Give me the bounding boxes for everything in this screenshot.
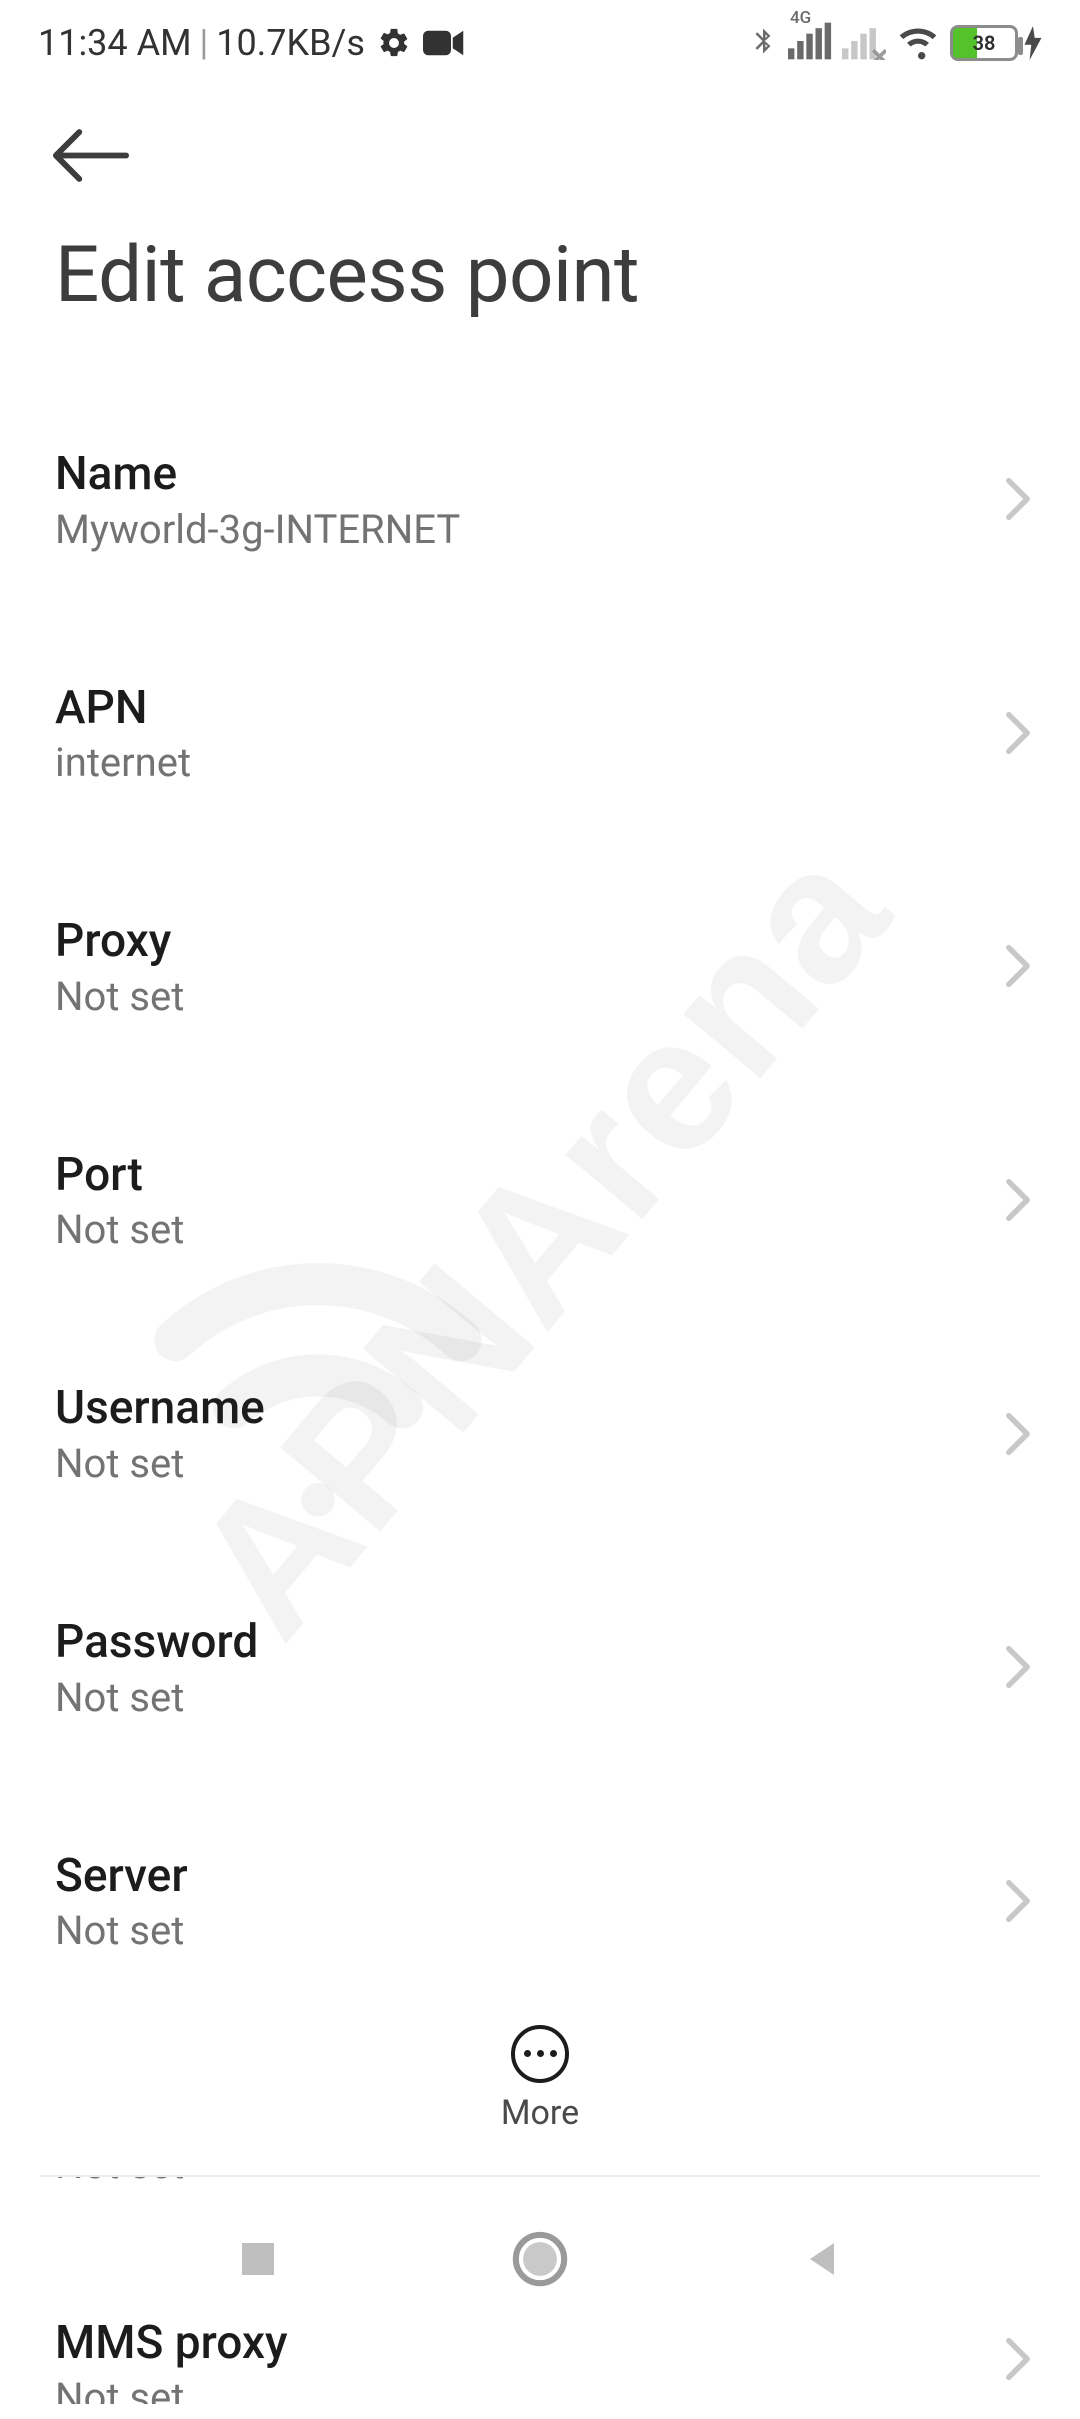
row-label: Server	[55, 1851, 1032, 1902]
row-username[interactable]: Username Not set	[55, 1368, 1032, 1503]
row-value: Not set	[55, 1674, 1032, 1722]
row-value: Myworld-3g-INTERNET	[55, 506, 1032, 554]
status-separator: |	[200, 22, 209, 64]
chevron-right-icon	[1004, 1178, 1032, 1226]
status-time: 11:34 AM	[38, 22, 192, 64]
wifi-icon	[896, 22, 940, 64]
chevron-right-icon	[1004, 944, 1032, 992]
chevron-right-icon	[1004, 1879, 1032, 1927]
row-label: Name	[55, 449, 1032, 500]
chevron-right-icon	[1004, 477, 1032, 525]
battery-indicator: 38	[950, 25, 1042, 61]
row-server[interactable]: Server Not set	[55, 1836, 1032, 1971]
more-label: More	[501, 2093, 579, 2133]
row-label: Password	[55, 1617, 1032, 1668]
chevron-right-icon	[1004, 711, 1032, 759]
row-value: internet	[55, 739, 1032, 787]
row-proxy[interactable]: Proxy Not set	[55, 901, 1032, 1036]
charging-icon	[1024, 26, 1042, 60]
row-value: Not set	[55, 2374, 1032, 2404]
row-name[interactable]: Name Myworld-3g-INTERNET	[55, 434, 1032, 569]
camera-icon	[423, 28, 465, 58]
row-password[interactable]: Password Not set	[55, 1602, 1032, 1737]
battery-percent: 38	[953, 31, 1015, 55]
mobile-gen-label: 4G	[790, 8, 811, 28]
status-bar: 11:34 AM | 10.7KB/s 4G	[0, 0, 1080, 85]
row-value: Not set	[55, 1206, 1032, 1254]
row-value: Not set	[55, 973, 1032, 1021]
row-apn[interactable]: APN internet	[55, 668, 1032, 803]
row-label: Port	[55, 1150, 1032, 1201]
chevron-right-icon	[1004, 1412, 1032, 1460]
status-network-speed: 10.7KB/s	[216, 22, 365, 64]
nav-recent-button[interactable]	[234, 2235, 282, 2283]
page-title: Edit access point	[55, 230, 639, 321]
row-port[interactable]: Port Not set	[55, 1135, 1032, 1270]
row-label: Username	[55, 1383, 1032, 1434]
nav-home-button[interactable]	[511, 2230, 569, 2288]
more-icon	[511, 2025, 569, 2083]
status-right: 4G	[748, 21, 1042, 65]
row-value: Not set	[55, 1440, 1032, 1488]
signal-sim1-icon: 4G	[788, 22, 832, 64]
row-label: Proxy	[55, 916, 1032, 967]
gear-icon	[377, 26, 411, 60]
row-value: Not set	[55, 1907, 1032, 1955]
chevron-right-icon	[1004, 2337, 1032, 2385]
signal-sim2-icon	[842, 22, 886, 64]
navigation-bar	[0, 2177, 1080, 2340]
row-label: APN	[55, 683, 1032, 734]
more-button[interactable]: More	[0, 1981, 1080, 2176]
back-button[interactable]	[52, 128, 130, 187]
bluetooth-icon	[748, 21, 778, 65]
chevron-right-icon	[1004, 1645, 1032, 1693]
nav-back-button[interactable]	[798, 2235, 846, 2283]
status-left: 11:34 AM | 10.7KB/s	[38, 22, 465, 64]
